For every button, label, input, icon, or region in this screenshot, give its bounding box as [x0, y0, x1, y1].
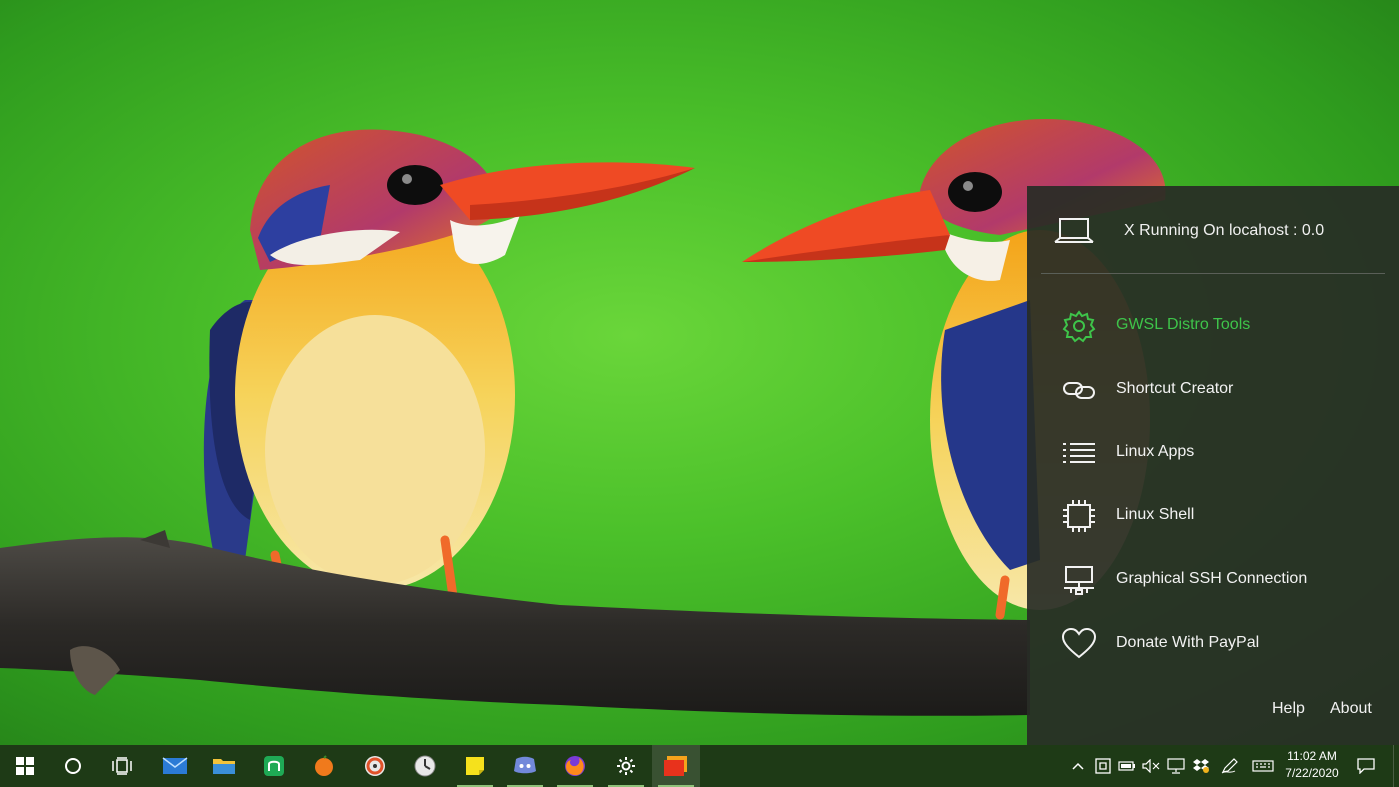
media-app-button[interactable] — [351, 745, 399, 787]
clock-date: 7/22/2020 — [1285, 766, 1339, 780]
clock-app-button[interactable] — [401, 745, 449, 787]
network-icon — [1167, 758, 1185, 774]
show-hidden-icons-button[interactable] — [1067, 745, 1089, 787]
x-server-status: X Running On locahost : 0.0 — [1124, 222, 1325, 239]
heart-icon — [1061, 627, 1097, 659]
settings-icon — [617, 757, 635, 775]
fruit-app-icon — [315, 755, 333, 776]
divider — [1041, 273, 1385, 274]
menu-item-label: GWSL Distro Tools — [1116, 316, 1251, 333]
discord-button[interactable] — [501, 745, 549, 787]
gwsl-tray-icon — [1095, 758, 1111, 774]
menu-item-donate-with-paypal[interactable]: Donate With PayPal — [1027, 616, 1399, 672]
panel-header: X Running On locahost : 0.0 — [1027, 186, 1399, 274]
menu-item-label: Linux Apps — [1116, 443, 1195, 460]
clock-time: 11:02 AM — [1287, 749, 1337, 763]
action-center-button[interactable] — [1350, 745, 1382, 787]
menu-item-label: Linux Shell — [1116, 506, 1195, 523]
gwsl-panel: X Running On locahost : 0.0 GWSL Distro … — [1027, 186, 1399, 745]
store-green-icon — [264, 756, 284, 776]
discord-icon — [514, 756, 536, 774]
menu-item-label: Donate With PayPal — [1116, 634, 1260, 651]
chip-icon — [1063, 500, 1095, 532]
network-monitor-icon — [1064, 566, 1094, 595]
fruit-app-button[interactable] — [300, 745, 348, 787]
tree-branch — [0, 537, 1030, 716]
link-icon — [1063, 382, 1095, 399]
menu-item-graphical-ssh-connection[interactable]: Graphical SSH Connection — [1027, 552, 1399, 608]
file-explorer-icon — [213, 759, 235, 774]
menu-item-shortcut-creator[interactable]: Shortcut Creator — [1027, 362, 1399, 418]
tray-gwsl[interactable] — [1092, 745, 1114, 787]
search-circle-icon — [65, 758, 81, 774]
sticky-notes-icon — [466, 757, 484, 775]
menu-item-label: Shortcut Creator — [1116, 380, 1234, 397]
help-link[interactable]: Help — [1272, 700, 1305, 718]
menu-item-label: Graphical SSH Connection — [1116, 570, 1308, 587]
task-view-icon — [112, 757, 132, 775]
show-desktop-button[interactable] — [1393, 745, 1399, 787]
laptop-icon — [1054, 218, 1094, 243]
menu-item-linux-shell[interactable]: Linux Shell — [1027, 488, 1399, 544]
gwsl-icon — [664, 756, 687, 776]
start-button[interactable] — [1, 745, 49, 787]
sticky-notes-button[interactable] — [451, 745, 499, 787]
search-button[interactable] — [49, 745, 97, 787]
tray-dropbox[interactable] — [1190, 745, 1212, 787]
keyboard-icon — [1252, 760, 1274, 772]
menu-item-gwsl-distro-tools[interactable]: GWSL Distro Tools — [1027, 298, 1399, 354]
settings-button[interactable] — [602, 745, 650, 787]
start-icon — [16, 757, 34, 775]
about-link[interactable]: About — [1330, 700, 1372, 718]
pen-icon — [1221, 758, 1238, 774]
mail-icon — [162, 757, 188, 774]
firefox-icon — [565, 756, 585, 776]
firefox-button[interactable] — [551, 745, 599, 787]
gwsl-app-button[interactable] — [652, 745, 700, 787]
tray-pen[interactable] — [1219, 745, 1241, 787]
file-explorer-button[interactable] — [200, 745, 248, 787]
media-ring-icon — [365, 756, 385, 776]
clock-app-icon — [414, 755, 436, 777]
volume-muted-icon — [1142, 759, 1160, 773]
menu-item-linux-apps[interactable]: Linux Apps — [1027, 425, 1399, 481]
taskbar: 11:02 AM 7/22/2020 — [0, 745, 1399, 787]
tray-keyboard[interactable] — [1250, 745, 1276, 787]
notification-icon — [1357, 758, 1375, 774]
chevron-up-icon — [1072, 762, 1084, 770]
battery-icon — [1118, 761, 1135, 771]
store-green-app-button[interactable] — [250, 745, 298, 787]
system-clock[interactable]: 11:02 AM 7/22/2020 — [1277, 748, 1347, 782]
gear-icon — [1062, 310, 1096, 343]
tray-network[interactable] — [1165, 745, 1187, 787]
tray-battery[interactable] — [1116, 745, 1138, 787]
task-view-button[interactable] — [98, 745, 146, 787]
dropbox-icon — [1193, 759, 1209, 773]
tray-volume[interactable] — [1140, 745, 1162, 787]
list-icon — [1063, 443, 1095, 463]
mail-app-button[interactable] — [151, 745, 199, 787]
